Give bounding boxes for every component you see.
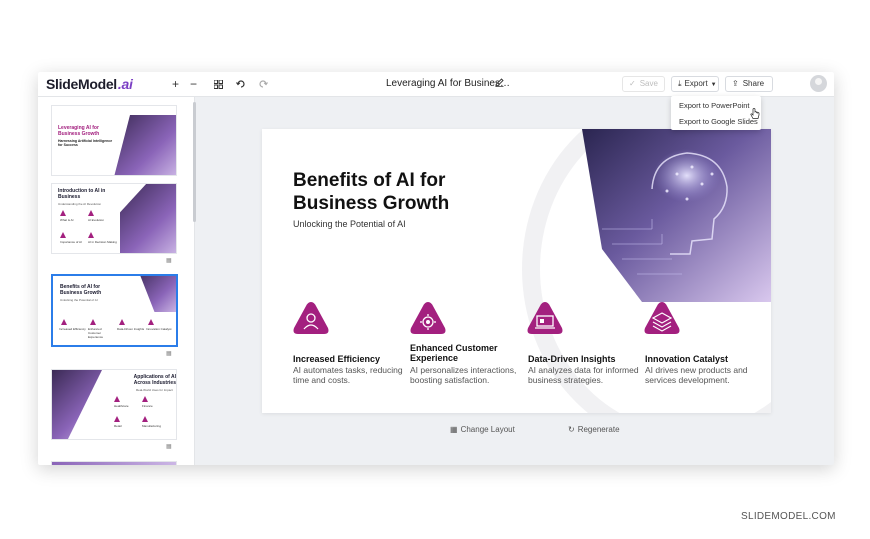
thumb-title: Benefits of AI for Business Growth [60,284,102,296]
thumb-bullet-icon [88,210,94,216]
logo-ai: .ai [117,76,133,92]
thumb-photo [114,115,176,175]
devices-icon [527,302,563,334]
layout-icon[interactable]: ▦ [166,443,172,450]
thumb-item: AI in Decision Making [88,240,117,244]
thumb-item: Manufacturing [142,424,162,428]
export-powerpoint-item[interactable]: Export to PowerPoint [679,101,749,110]
thumb-subtitle: Unlocking the Potential of AI [60,298,98,302]
slide-thumbnail-5[interactable] [51,461,177,465]
slide-thumbnail-1[interactable]: Leveraging AI for Business Growth Harnes… [51,105,177,176]
thumb-title: Applications of AI Across Industries [133,374,176,386]
undo-icon[interactable] [236,78,246,92]
thumb-bullet-icon [148,319,154,325]
thumb-item: Importance of AI [60,240,82,244]
slide-title[interactable]: Benefits of AI for Business Growth [293,169,533,215]
ai-brain-image [582,129,771,302]
current-slide[interactable]: Benefits of AI for Business Growth Unloc… [262,129,771,413]
feature-desc[interactable]: AI automates tasks, reducing time and co… [293,365,405,385]
hand-cursor-icon [750,108,760,123]
editor-canvas: Benefits of AI for Business Growth Unloc… [196,97,834,465]
person-icon [293,302,329,334]
export-google-slides-item[interactable]: Export to Google Slides [679,117,758,126]
thumb-item: Retail [114,424,122,428]
feature-desc[interactable]: AI analyzes data for informed business s… [528,365,640,385]
document-title[interactable]: Leveraging AI for Busines… [386,78,510,89]
top-toolbar: SlideModel.ai + − Leveraging AI for Busi… [38,72,834,97]
slide-subtitle[interactable]: Unlocking the Potential of AI [293,219,406,229]
feature-title[interactable]: Data-Driven Insights [528,354,616,364]
slide-thumbnail-2[interactable]: Introduction to AI in Business Understan… [51,183,177,254]
logo-text: SlideModel [46,76,117,92]
chevron-down-icon: ▼ [710,82,717,88]
share-icon: ⇪ [732,79,739,88]
avatar[interactable] [810,75,827,92]
thumb-bullet-icon [114,396,120,402]
refresh-icon: ↻ [568,425,575,434]
thumb-photo [52,462,176,465]
slide-thumbnails-panel[interactable]: Leveraging AI for Business Growth Harnes… [38,97,195,465]
thumb-bullet-icon [61,319,67,325]
grid-icon: ▦ [450,425,458,434]
thumb-item: Data-Driven Insights [117,327,145,331]
export-dropdown: Export to PowerPoint Export to Google Sl… [671,96,761,130]
thumb-item: AI Evolution [88,218,105,222]
thumb-title: Leveraging AI for Business Growth [58,125,100,137]
logo[interactable]: SlideModel.ai [46,76,133,92]
regenerate-label: Regenerate [577,425,620,434]
gear-icon [410,302,446,334]
grid-icon[interactable] [213,78,223,92]
save-icon: ✓ [629,79,636,88]
thumb-subtitle: Understanding the AI Revolution [58,202,102,206]
thumb-bullet-icon [119,319,125,325]
thumb-photo [140,276,176,312]
layout-icon[interactable]: ▦ [166,257,172,264]
zoom-out-button[interactable]: − [190,77,197,91]
regenerate-button[interactable]: ↻ Regenerate [568,425,620,434]
thumb-item: Innovation Catalyst [146,327,172,331]
thumb-bullet-icon [60,210,66,216]
thumb-item: Healthcare [114,404,129,408]
thumb-item: Increased Efficiency [59,327,86,331]
thumb-bullet-icon [114,416,120,422]
redo-icon[interactable] [258,78,268,92]
thumb-item: Finance [142,404,153,408]
save-label: Save [639,79,658,88]
thumb-bullet-icon [88,232,94,238]
thumb-bullet-icon [142,396,148,402]
thumb-title: Introduction to AI in Business [58,188,106,200]
share-label: Share [742,79,765,88]
slide-thumbnail-4[interactable]: Applications of AI Across Industries Rea… [51,369,177,440]
change-layout-button[interactable]: ▦ Change Layout [450,425,515,434]
share-button[interactable]: ⇪ Share [725,76,773,92]
thumb-item: Enhanced Customer Experience [88,327,104,339]
layout-icon[interactable]: ▦ [166,350,172,357]
feature-desc[interactable]: AI drives new products and services deve… [645,365,755,385]
thumb-subtitle: Real-World Uses for Impact [136,388,173,392]
change-layout-label: Change Layout [460,425,515,434]
watermark: SLIDEMODEL.COM [741,511,836,522]
thumb-item: What is AI [60,218,74,222]
thumb-subtitle: Harnessing Artificial Intelligence for S… [58,139,113,147]
slide-thumbnail-3[interactable]: Benefits of AI for Business Growth Unloc… [51,274,178,347]
feature-title[interactable]: Increased Efficiency [293,354,380,364]
thumb-bullet-icon [60,232,66,238]
layers-icon [644,302,680,334]
export-label: Export [684,79,708,88]
feature-title[interactable]: Enhanced Customer Experience [410,343,510,363]
thumb-photo [120,184,176,253]
zoom-in-button[interactable]: + [172,77,179,91]
thumb-bullet-icon [142,416,148,422]
save-button[interactable]: ✓ Save [622,76,665,92]
export-button[interactable]: ⤓ Export ▼ [671,76,719,92]
download-icon: ⤓ [678,79,682,88]
thumb-photo [52,370,102,439]
thumb-bullet-icon [90,319,96,325]
app-window: SlideModel.ai + − Leveraging AI for Busi… [38,72,834,465]
feature-desc[interactable]: AI personalizes interactions, boosting s… [410,365,520,385]
pencil-icon[interactable] [495,78,504,90]
feature-title[interactable]: Innovation Catalyst [645,354,728,364]
